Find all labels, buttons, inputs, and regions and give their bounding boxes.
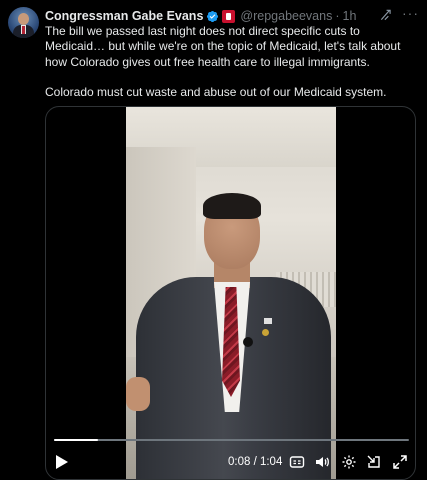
video-player[interactable]: 0:08 / 1:04 xyxy=(45,106,416,480)
avatar-tie xyxy=(22,26,25,34)
speaker-hand xyxy=(126,377,150,411)
fullscreen-icon[interactable] xyxy=(392,454,408,470)
tweet-paragraph-1: The bill we passed last night does not d… xyxy=(45,24,401,69)
video-progress-bar[interactable] xyxy=(54,439,409,441)
congress-pin xyxy=(262,329,269,336)
speaker-hair xyxy=(203,193,261,219)
video-frame xyxy=(126,107,336,479)
captions-icon[interactable] xyxy=(289,454,305,470)
play-icon[interactable] xyxy=(55,454,69,470)
tweet-paragraph-2: Colorado must cut waste and abuse out of… xyxy=(45,84,387,99)
tweet-time[interactable]: 1h xyxy=(343,9,357,23)
tweet-text: The bill we passed last night does not d… xyxy=(45,24,421,100)
separator-dot: · xyxy=(335,9,340,23)
verified-badge-icon xyxy=(207,10,219,22)
author-handle[interactable]: @repgabeevans xyxy=(240,9,332,23)
avatar-head xyxy=(18,13,29,25)
lapel-pin xyxy=(264,318,272,324)
pop-out-icon[interactable] xyxy=(366,454,382,470)
settings-gear-icon[interactable] xyxy=(341,454,357,470)
government-flag-badge-icon xyxy=(222,9,236,23)
more-options-icon[interactable]: ··· xyxy=(402,5,419,21)
tweet: Congressman Gabe Evans @repgabeevans · 1… xyxy=(0,0,427,480)
lapel-mic xyxy=(243,337,253,347)
tweet-header: Congressman Gabe Evans @repgabeevans · 1… xyxy=(45,5,419,24)
author-avatar[interactable] xyxy=(8,7,39,38)
video-controls: 0:08 / 1:04 xyxy=(46,447,415,479)
grok-icon[interactable] xyxy=(379,8,393,22)
speaker-figure xyxy=(126,107,336,479)
volume-icon[interactable] xyxy=(314,454,330,470)
author-name[interactable]: Congressman Gabe Evans xyxy=(45,9,203,23)
video-timecode: 0:08 / 1:04 xyxy=(228,456,283,468)
video-progress-fill xyxy=(54,439,99,441)
